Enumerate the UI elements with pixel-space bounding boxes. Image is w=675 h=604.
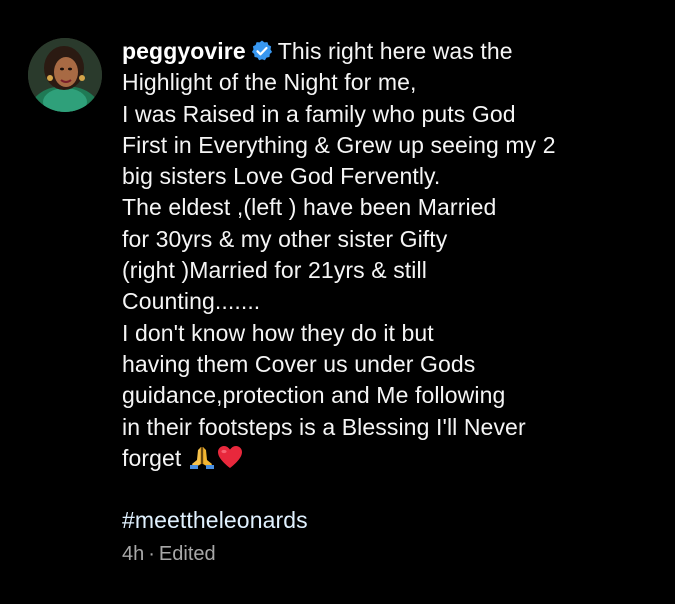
timestamp: 4h	[122, 543, 145, 565]
caption-text: having them Cover us under Gods	[122, 350, 476, 377]
caption-text: Counting.......	[122, 288, 261, 315]
caption-text: (right )Married for 21yrs & still	[122, 257, 427, 284]
caption-text: Highlight of the Night for me,	[122, 69, 417, 96]
red-heart-icon	[216, 444, 244, 470]
caption: peggyovire This right here was the Highli…	[122, 36, 642, 537]
hashtag-link[interactable]: #meettheleonards	[122, 505, 642, 536]
caption-text: forget	[122, 444, 182, 471]
post-meta: 4h · Edited	[122, 543, 216, 566]
caption-text: The eldest ,(left ) have been Married	[122, 194, 497, 221]
verified-badge-icon	[250, 39, 274, 63]
caption-text: This right here was the	[277, 38, 513, 64]
caption-last-line: forget	[122, 443, 642, 474]
caption-text: guidance,protection and Me following	[122, 382, 506, 409]
caption-text: I don't know how they do it but	[122, 319, 434, 346]
caption-text: for 30yrs & my other sister Gifty	[122, 225, 448, 252]
caption-text: in their footsteps is a Blessing I'll Ne…	[122, 413, 526, 440]
meta-separator: ·	[148, 543, 155, 565]
avatar-image	[28, 38, 102, 112]
username-link[interactable]: peggyovire	[122, 38, 246, 64]
caption-text: First in Everything & Grew up seeing my …	[122, 131, 556, 158]
avatar[interactable]	[28, 38, 102, 112]
caption-text: I was Raised in a family who puts God	[122, 100, 516, 127]
edited-label: Edited	[158, 543, 216, 565]
caption-text: big sisters Love God Fervently.	[122, 163, 441, 190]
comment-post: peggyovire This right here was the Highli…	[0, 0, 675, 604]
folded-hands-icon	[188, 444, 216, 470]
